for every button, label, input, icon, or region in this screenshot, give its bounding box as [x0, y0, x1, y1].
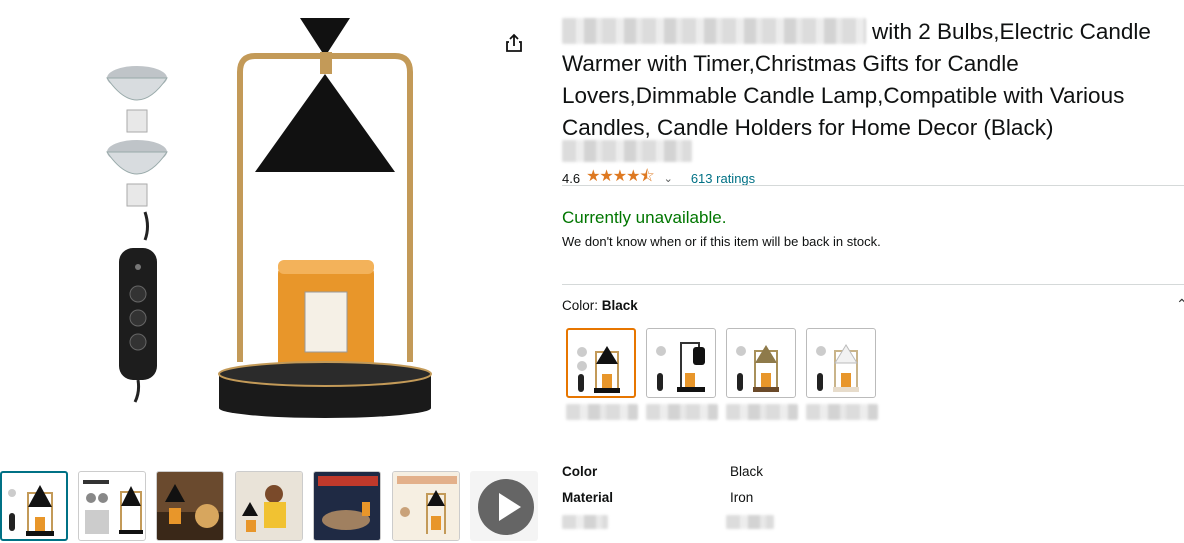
- thumbnail[interactable]: [392, 471, 460, 541]
- availability-status: Currently unavailable.: [562, 208, 727, 227]
- rating-value: 4.6: [562, 171, 581, 186]
- bulb-image: [106, 66, 168, 207]
- redacted-store-link: [562, 140, 692, 162]
- color-swatch-white[interactable]: [806, 328, 876, 398]
- thumbnail[interactable]: [235, 471, 303, 541]
- divider: [562, 284, 1184, 285]
- color-swatch-black-dome[interactable]: [646, 328, 716, 398]
- swatch-price-redacted: [566, 404, 638, 420]
- share-icon[interactable]: [504, 33, 524, 53]
- spec-key-redacted: [562, 515, 608, 529]
- color-swatch-black[interactable]: [566, 328, 636, 398]
- thumbnail[interactable]: [156, 471, 224, 541]
- spec-key: Material: [562, 490, 614, 505]
- star-rating-icon[interactable]: ★★★★⯪: [586, 165, 655, 192]
- chevron-up-icon[interactable]: ⌃: [1176, 296, 1184, 313]
- swatch-price-redacted: [726, 404, 798, 420]
- ratings-count-link[interactable]: 613 ratings: [691, 171, 755, 186]
- color-selector-label: Color: Black: [562, 298, 638, 313]
- spec-value: Iron: [730, 490, 754, 505]
- color-swatch-brass[interactable]: [726, 328, 796, 398]
- spec-value: Black: [730, 464, 764, 479]
- main-product-image[interactable]: [95, 12, 445, 432]
- divider: [562, 185, 1184, 186]
- chevron-down-icon[interactable]: ⌄: [664, 172, 673, 185]
- rating-row: 4.6 ★★★★⯪ ⌄ 613 ratings: [562, 165, 755, 192]
- remote-image: [119, 211, 157, 403]
- redacted-brand: [562, 18, 866, 44]
- product-title: with 2 Bulbs,Electric Candle Warmer with…: [562, 16, 1177, 144]
- color-label-text: Color:: [562, 298, 599, 313]
- swatch-price-redacted: [646, 404, 718, 420]
- thumbnail[interactable]: [78, 471, 146, 541]
- video-thumbnail[interactable]: [470, 471, 538, 541]
- lamp-image: [218, 18, 432, 418]
- thumbnail[interactable]: [0, 471, 68, 541]
- availability-detail: We don't know when or if this item will …: [562, 234, 881, 249]
- selected-color-value: Black: [601, 298, 638, 313]
- spec-key: Color: [562, 464, 598, 479]
- spec-value-redacted: [726, 515, 774, 529]
- thumbnail[interactable]: [313, 471, 381, 541]
- swatch-price-redacted: [806, 404, 878, 420]
